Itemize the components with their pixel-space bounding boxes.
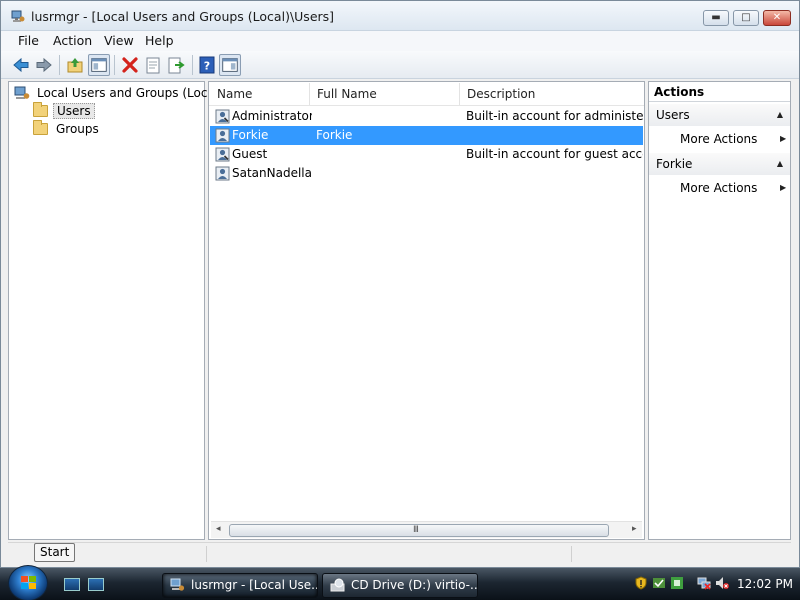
computer-management-icon — [14, 86, 30, 99]
collapse-icon[interactable]: ▲ — [777, 110, 783, 119]
delete-icon[interactable] — [119, 54, 141, 76]
help-icon[interactable]: ? — [196, 54, 218, 76]
folder-icon — [33, 102, 48, 117]
taskbar-button-label: lusrmgr - [Local Use... — [191, 578, 318, 592]
menu-view[interactable]: View — [104, 33, 134, 48]
cell-description: Built-in account for guest access t — [466, 147, 643, 161]
computer-management-icon — [11, 10, 25, 22]
computer-management-icon — [170, 578, 185, 591]
user-icon — [215, 109, 230, 124]
action-more-actions-users[interactable]: More Actions — [680, 132, 757, 146]
status-divider — [206, 546, 207, 562]
maximize-button[interactable]: □ — [733, 10, 759, 26]
close-button[interactable]: ✕ — [763, 10, 791, 26]
actions-section-forkie[interactable]: Forkie ▲ — [649, 153, 790, 175]
up-folder-icon[interactable] — [64, 54, 86, 76]
windows-defender-icon[interactable] — [652, 576, 666, 590]
window-title: lusrmgr - [Local Users and Groups (Local… — [31, 9, 335, 24]
network-disconnected-icon[interactable] — [697, 576, 711, 590]
column-header-full-name[interactable]: Full Name — [310, 83, 460, 105]
submenu-arrow-icon: ▶ — [780, 134, 787, 143]
start-button[interactable] — [8, 565, 48, 600]
tree-item-groups[interactable]: Groups — [33, 120, 133, 139]
menu-bar: File Action View Help — [1, 31, 799, 51]
console-tree: Local Users and Groups (Local) Users Gro… — [8, 81, 223, 540]
menu-help[interactable]: Help — [145, 33, 174, 48]
taskbar-button-label: CD Drive (D:) virtio-... — [351, 578, 478, 592]
user-icon — [215, 128, 230, 143]
folder-icon — [33, 120, 48, 135]
submenu-arrow-icon: ▶ — [780, 183, 787, 192]
action-more-actions-forkie[interactable]: More Actions — [680, 181, 757, 195]
taskbar-clock[interactable]: 12:02 PM — [737, 577, 793, 591]
scroll-right-icon[interactable]: ▸ — [632, 524, 637, 534]
tree-root-label: Local Users and Groups (Local) — [37, 86, 223, 100]
section-label: Forkie — [656, 157, 693, 171]
cd-drive-icon — [330, 578, 345, 592]
back-arrow-icon[interactable] — [10, 54, 32, 76]
table-row[interactable]: SatanNadella — [210, 164, 643, 183]
menu-action[interactable]: Action — [53, 33, 92, 48]
actions-pane: Actions Users ▲ More Actions ▶ Forkie ▲ … — [648, 81, 791, 540]
scrollbar-grip-icon: III — [413, 525, 419, 535]
tree-item-users[interactable]: Users — [33, 102, 133, 121]
windows-logo-icon — [21, 576, 36, 589]
table-row[interactable]: Administrator Built-in account for admin… — [210, 107, 643, 126]
export-list-icon[interactable] — [165, 54, 187, 76]
svg-text:?: ? — [204, 60, 210, 73]
show-desktop-icon[interactable] — [64, 578, 80, 591]
status-divider — [571, 546, 572, 562]
switch-windows-icon[interactable] — [88, 578, 104, 591]
table-row[interactable]: Forkie Forkie — [210, 126, 643, 145]
actions-title: Actions — [649, 82, 790, 102]
lusrmgr-window: lusrmgr - [Local Users and Groups (Local… — [0, 0, 800, 568]
collapse-icon[interactable]: ▲ — [777, 159, 783, 168]
tree-item-label: Groups — [56, 122, 99, 136]
properties-icon[interactable] — [142, 54, 164, 76]
title-bar[interactable]: lusrmgr - [Local Users and Groups (Local… — [1, 1, 799, 31]
tree-item-label: Users — [53, 103, 95, 119]
column-header-name[interactable]: Name — [210, 83, 310, 105]
show-hide-action-pane-icon[interactable] — [219, 54, 241, 76]
tree-root[interactable]: Local Users and Groups (Local) — [14, 85, 223, 103]
minimize-button[interactable]: ▬ — [703, 10, 729, 26]
users-list: Name Full Name Description Administrator… — [208, 81, 645, 540]
sync-center-icon[interactable] — [670, 576, 684, 590]
user-icon — [215, 147, 230, 162]
scroll-left-icon[interactable]: ◂ — [216, 524, 221, 534]
status-bar — [8, 542, 791, 564]
cell-name: SatanNadella — [232, 166, 312, 180]
menu-file[interactable]: File — [18, 33, 39, 48]
security-alert-icon[interactable] — [634, 576, 648, 590]
actions-section-users[interactable]: Users ▲ — [649, 104, 790, 126]
toolbar: ? — [1, 51, 799, 79]
cell-name: Guest — [232, 147, 268, 161]
show-hide-console-tree-icon[interactable] — [88, 54, 110, 76]
column-header-description[interactable]: Description — [460, 83, 644, 105]
forward-arrow-icon[interactable] — [33, 54, 55, 76]
start-tooltip: Start — [34, 543, 76, 562]
cell-full-name: Forkie — [316, 128, 353, 142]
cell-name: Forkie — [232, 128, 269, 142]
taskbar-button-cd-drive[interactable]: CD Drive (D:) virtio-... — [322, 573, 478, 598]
cell-description: Built-in account for administering — [466, 109, 643, 123]
table-row[interactable]: Guest Built-in account for guest access … — [210, 145, 643, 164]
cell-name: Administrator — [232, 109, 312, 123]
user-icon — [215, 166, 230, 181]
horizontal-scrollbar[interactable]: ◂ III ▸ — [211, 521, 642, 538]
volume-muted-icon[interactable] — [715, 576, 729, 590]
taskbar-button-lusrmgr[interactable]: lusrmgr - [Local Use... — [162, 573, 318, 598]
section-label: Users — [656, 108, 690, 122]
column-header-bar: Name Full Name Description — [209, 82, 644, 106]
scrollbar-thumb[interactable]: III — [229, 524, 609, 537]
